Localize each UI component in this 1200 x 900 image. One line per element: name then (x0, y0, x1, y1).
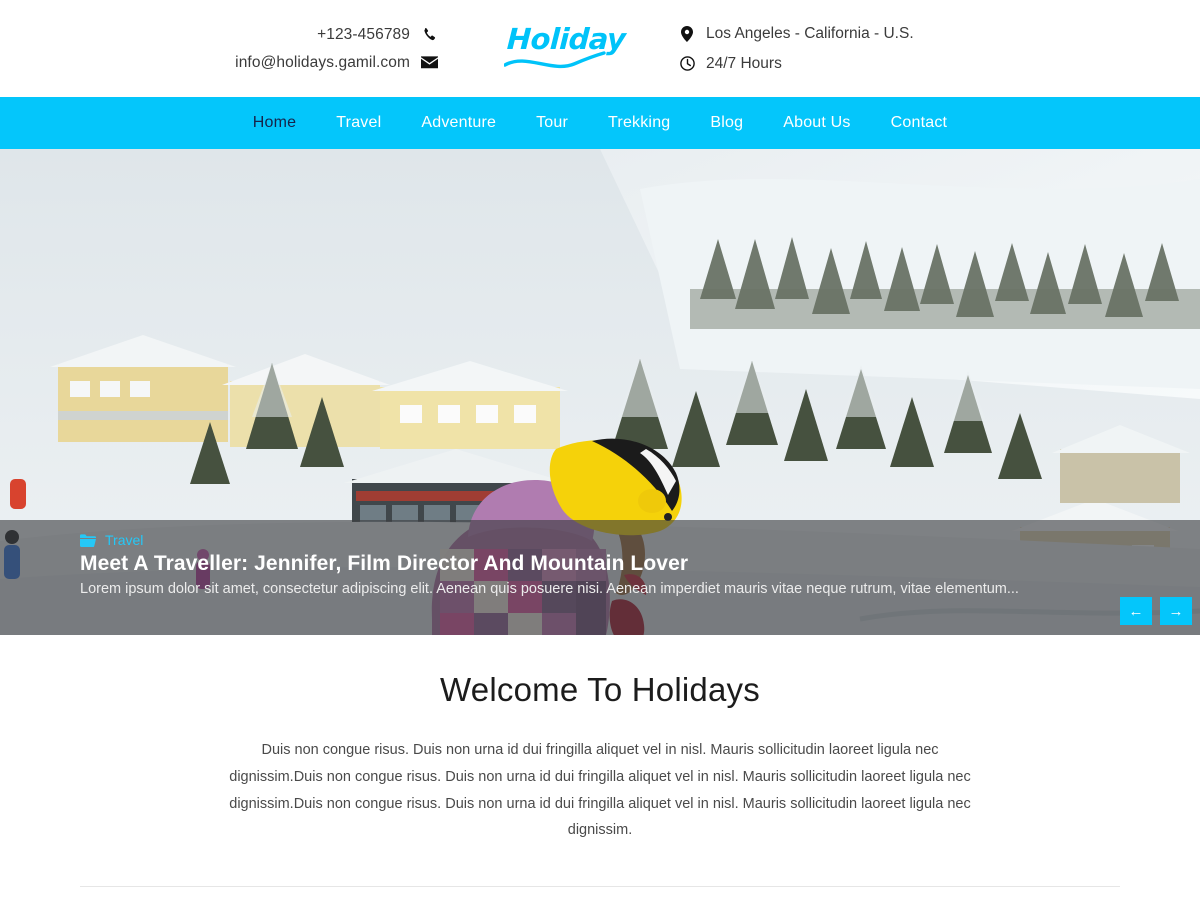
header-hours-text: 24/7 Hours (706, 54, 782, 72)
nav-item-about-us[interactable]: About Us (763, 114, 870, 132)
slider-controls: ← → (1120, 597, 1192, 625)
logo-text: Holiday (505, 21, 626, 56)
header-email-text: info@holidays.gamil.com (235, 53, 410, 71)
site-logo[interactable]: Holiday (470, 21, 645, 75)
hero-category-label: Travel (105, 532, 144, 548)
header-phone-text: +123-456789 (317, 25, 410, 43)
header-location: Los Angeles - California - U.S. (679, 25, 914, 43)
nav-item-adventure[interactable]: Adventure (401, 114, 516, 132)
header-location-text: Los Angeles - California - U.S. (706, 24, 914, 42)
clock-icon (679, 56, 695, 72)
header-phone[interactable]: +123-456789 (317, 26, 438, 44)
nav-item-blog[interactable]: Blog (690, 114, 763, 132)
logo-swoosh-icon (503, 50, 606, 68)
header-info-column: Los Angeles - California - U.S. 24/7 Hou… (645, 25, 1200, 73)
nav-item-home[interactable]: Home (233, 114, 316, 132)
header-hours: 24/7 Hours (679, 55, 782, 73)
hero-caption: Travel Meet A Traveller: Jennifer, Film … (0, 520, 1200, 635)
hero-slider: Travel Meet A Traveller: Jennifer, Film … (0, 149, 1200, 635)
nav-item-trekking[interactable]: Trekking (588, 114, 690, 132)
bottom-section: Top Tours & Vacation Packages View All Q… (0, 887, 1200, 900)
site-header: +123-456789 info@holidays.gamil.com Holi… (0, 0, 1200, 97)
main-navigation: Home Travel Adventure Tour Trekking Blog… (0, 97, 1200, 149)
hero-title: Meet A Traveller: Jennifer, Film Directo… (80, 552, 689, 575)
hero-description: Lorem ipsum dolor sit amet, consectetur … (80, 581, 1019, 597)
header-email[interactable]: info@holidays.gamil.com (235, 54, 438, 72)
nav-item-contact[interactable]: Contact (871, 114, 968, 132)
envelope-icon (421, 54, 438, 71)
nav-item-travel[interactable]: Travel (316, 114, 401, 132)
welcome-title: Welcome To Holidays (440, 671, 760, 708)
welcome-body: Duis non congue risus. Duis non urna id … (229, 742, 971, 839)
slider-prev-button[interactable]: ← (1120, 597, 1152, 625)
welcome-section: Welcome To Holidays Duis non congue risu… (0, 635, 1200, 888)
hero-category[interactable]: Travel (80, 532, 1120, 548)
nav-item-tour[interactable]: Tour (516, 114, 588, 132)
nav-list: Home Travel Adventure Tour Trekking Blog… (233, 114, 967, 132)
map-pin-icon (679, 25, 695, 42)
phone-icon (421, 26, 438, 43)
folder-icon (80, 533, 96, 547)
header-contact-column: +123-456789 info@holidays.gamil.com (0, 26, 470, 72)
slider-next-button[interactable]: → (1160, 597, 1192, 625)
